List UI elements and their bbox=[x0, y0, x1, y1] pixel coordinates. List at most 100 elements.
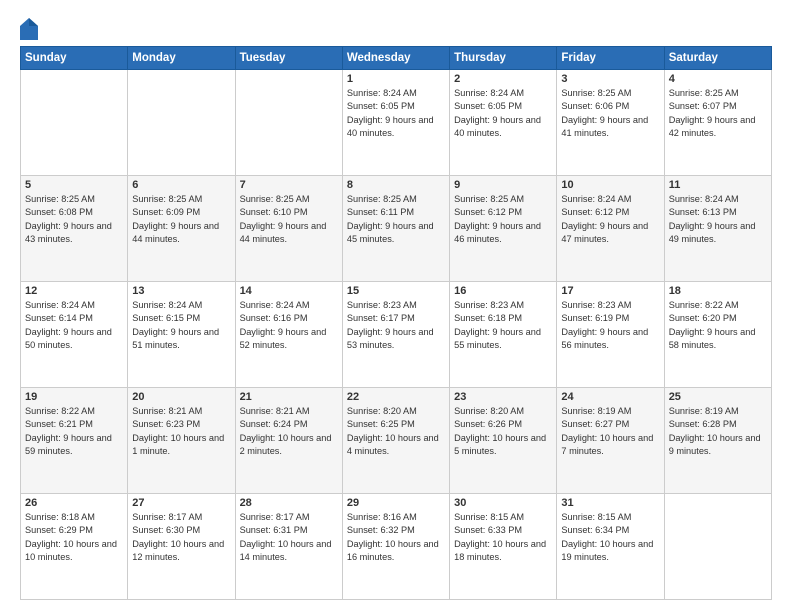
day-cell: 1 Sunrise: 8:24 AM Sunset: 6:05 PM Daylig… bbox=[342, 70, 449, 176]
day-number: 14 bbox=[240, 285, 338, 297]
day-cell: 31Sunrise: 8:15 AM Sunset: 6:34 PM Dayli… bbox=[557, 494, 664, 600]
day-info: Sunrise: 8:19 AM Sunset: 6:27 PM Dayligh… bbox=[561, 405, 659, 458]
week-row-5: 26 Sunrise: 8:18 AM Sunset: 6:29 PM Dayli… bbox=[21, 494, 772, 600]
day-number: 9 bbox=[454, 179, 552, 191]
week-row-4: 19 Sunrise: 8:22 AM Sunset: 6:21 PM Dayli… bbox=[21, 388, 772, 494]
day-info: Sunrise: 8:24 AM Sunset: 6:05 PM Dayligh… bbox=[347, 87, 445, 140]
day-info: Sunrise: 8:25 AM Sunset: 6:11 PM Dayligh… bbox=[347, 193, 445, 246]
day-cell: 14 Sunrise: 8:24 AM Sunset: 6:16 PM Dayli… bbox=[235, 282, 342, 388]
day-info: Sunrise: 8:25 AM Sunset: 6:06 PM Dayligh… bbox=[561, 87, 659, 140]
day-number: 11 bbox=[669, 179, 767, 191]
day-cell: 2 Sunrise: 8:24 AM Sunset: 6:05 PM Daylig… bbox=[450, 70, 557, 176]
day-info: Sunrise: 8:15 AM Sunset: 6:34 PM Dayligh… bbox=[561, 511, 659, 564]
day-cell: 30 Sunrise: 8:15 AM Sunset: 6:33 PM Dayli… bbox=[450, 494, 557, 600]
day-number: 25 bbox=[669, 391, 767, 403]
day-info: Sunrise: 8:24 AM Sunset: 6:13 PM Dayligh… bbox=[669, 193, 767, 246]
day-cell: 9Sunrise: 8:25 AM Sunset: 6:12 PM Daylig… bbox=[450, 176, 557, 282]
day-number: 22 bbox=[347, 391, 445, 403]
calendar-table: SundayMondayTuesdayWednesdayThursdayFrid… bbox=[20, 46, 772, 600]
day-number: 13 bbox=[132, 285, 230, 297]
day-info: Sunrise: 8:24 AM Sunset: 6:16 PM Dayligh… bbox=[240, 299, 338, 352]
day-number: 16 bbox=[454, 285, 552, 297]
day-cell: 12 Sunrise: 8:24 AM Sunset: 6:14 PM Dayli… bbox=[21, 282, 128, 388]
day-info: Sunrise: 8:25 AM Sunset: 6:10 PM Dayligh… bbox=[240, 193, 338, 246]
day-info: Sunrise: 8:23 AM Sunset: 6:18 PM Dayligh… bbox=[454, 299, 552, 352]
day-info: Sunrise: 8:24 AM Sunset: 6:05 PM Dayligh… bbox=[454, 87, 552, 140]
day-cell bbox=[21, 70, 128, 176]
col-header-friday: Friday bbox=[557, 47, 664, 70]
day-number: 17 bbox=[561, 285, 659, 297]
day-cell: 20Sunrise: 8:21 AM Sunset: 6:23 PM Dayli… bbox=[128, 388, 235, 494]
day-cell: 28 Sunrise: 8:17 AM Sunset: 6:31 PM Dayli… bbox=[235, 494, 342, 600]
day-info: Sunrise: 8:21 AM Sunset: 6:23 PM Dayligh… bbox=[132, 405, 230, 458]
week-row-1: 1 Sunrise: 8:24 AM Sunset: 6:05 PM Daylig… bbox=[21, 70, 772, 176]
day-info: Sunrise: 8:22 AM Sunset: 6:20 PM Dayligh… bbox=[669, 299, 767, 352]
col-header-sunday: Sunday bbox=[21, 47, 128, 70]
day-cell: 25 Sunrise: 8:19 AM Sunset: 6:28 PM Dayli… bbox=[664, 388, 771, 494]
day-info: Sunrise: 8:20 AM Sunset: 6:25 PM Dayligh… bbox=[347, 405, 445, 458]
day-cell: 29Sunrise: 8:16 AM Sunset: 6:32 PM Dayli… bbox=[342, 494, 449, 600]
day-cell: 5 Sunrise: 8:25 AM Sunset: 6:08 PM Daylig… bbox=[21, 176, 128, 282]
day-cell: 22 Sunrise: 8:20 AM Sunset: 6:25 PM Dayli… bbox=[342, 388, 449, 494]
day-info: Sunrise: 8:17 AM Sunset: 6:31 PM Dayligh… bbox=[240, 511, 338, 564]
day-cell: 18Sunrise: 8:22 AM Sunset: 6:20 PM Dayli… bbox=[664, 282, 771, 388]
col-header-wednesday: Wednesday bbox=[342, 47, 449, 70]
day-number: 12 bbox=[25, 285, 123, 297]
day-number: 30 bbox=[454, 497, 552, 509]
day-cell: 21Sunrise: 8:21 AM Sunset: 6:24 PM Dayli… bbox=[235, 388, 342, 494]
day-cell: 13 Sunrise: 8:24 AM Sunset: 6:15 PM Dayli… bbox=[128, 282, 235, 388]
day-number: 23 bbox=[454, 391, 552, 403]
col-header-thursday: Thursday bbox=[450, 47, 557, 70]
day-info: Sunrise: 8:15 AM Sunset: 6:33 PM Dayligh… bbox=[454, 511, 552, 564]
day-number: 5 bbox=[25, 179, 123, 191]
day-info: Sunrise: 8:24 AM Sunset: 6:12 PM Dayligh… bbox=[561, 193, 659, 246]
week-row-3: 12 Sunrise: 8:24 AM Sunset: 6:14 PM Dayli… bbox=[21, 282, 772, 388]
col-header-saturday: Saturday bbox=[664, 47, 771, 70]
day-cell: 6Sunrise: 8:25 AM Sunset: 6:09 PM Daylig… bbox=[128, 176, 235, 282]
day-info: Sunrise: 8:20 AM Sunset: 6:26 PM Dayligh… bbox=[454, 405, 552, 458]
day-cell bbox=[664, 494, 771, 600]
day-number: 1 bbox=[347, 73, 445, 85]
day-info: Sunrise: 8:25 AM Sunset: 6:07 PM Dayligh… bbox=[669, 87, 767, 140]
day-cell bbox=[235, 70, 342, 176]
day-number: 7 bbox=[240, 179, 338, 191]
day-info: Sunrise: 8:18 AM Sunset: 6:29 PM Dayligh… bbox=[25, 511, 123, 564]
week-row-2: 5 Sunrise: 8:25 AM Sunset: 6:08 PM Daylig… bbox=[21, 176, 772, 282]
day-number: 2 bbox=[454, 73, 552, 85]
day-info: Sunrise: 8:17 AM Sunset: 6:30 PM Dayligh… bbox=[132, 511, 230, 564]
day-number: 4 bbox=[669, 73, 767, 85]
col-header-monday: Monday bbox=[128, 47, 235, 70]
day-number: 26 bbox=[25, 497, 123, 509]
day-info: Sunrise: 8:23 AM Sunset: 6:19 PM Dayligh… bbox=[561, 299, 659, 352]
day-cell: 19 Sunrise: 8:22 AM Sunset: 6:21 PM Dayli… bbox=[21, 388, 128, 494]
day-cell: 8 Sunrise: 8:25 AM Sunset: 6:11 PM Daylig… bbox=[342, 176, 449, 282]
day-number: 3 bbox=[561, 73, 659, 85]
day-info: Sunrise: 8:24 AM Sunset: 6:15 PM Dayligh… bbox=[132, 299, 230, 352]
day-number: 19 bbox=[25, 391, 123, 403]
day-info: Sunrise: 8:23 AM Sunset: 6:17 PM Dayligh… bbox=[347, 299, 445, 352]
day-cell bbox=[128, 70, 235, 176]
day-info: Sunrise: 8:24 AM Sunset: 6:14 PM Dayligh… bbox=[25, 299, 123, 352]
day-cell: 23 Sunrise: 8:20 AM Sunset: 6:26 PM Dayli… bbox=[450, 388, 557, 494]
day-cell: 4 Sunrise: 8:25 AM Sunset: 6:07 PM Daylig… bbox=[664, 70, 771, 176]
logo-icon bbox=[20, 18, 38, 40]
logo bbox=[20, 16, 41, 40]
day-number: 8 bbox=[347, 179, 445, 191]
day-cell: 15Sunrise: 8:23 AM Sunset: 6:17 PM Dayli… bbox=[342, 282, 449, 388]
day-cell: 16 Sunrise: 8:23 AM Sunset: 6:18 PM Dayli… bbox=[450, 282, 557, 388]
day-cell: 24 Sunrise: 8:19 AM Sunset: 6:27 PM Dayli… bbox=[557, 388, 664, 494]
day-number: 10 bbox=[561, 179, 659, 191]
day-number: 28 bbox=[240, 497, 338, 509]
day-cell: 7 Sunrise: 8:25 AM Sunset: 6:10 PM Daylig… bbox=[235, 176, 342, 282]
day-info: Sunrise: 8:25 AM Sunset: 6:08 PM Dayligh… bbox=[25, 193, 123, 246]
day-cell: 27Sunrise: 8:17 AM Sunset: 6:30 PM Dayli… bbox=[128, 494, 235, 600]
day-number: 24 bbox=[561, 391, 659, 403]
day-info: Sunrise: 8:22 AM Sunset: 6:21 PM Dayligh… bbox=[25, 405, 123, 458]
day-cell: 17 Sunrise: 8:23 AM Sunset: 6:19 PM Dayli… bbox=[557, 282, 664, 388]
day-number: 21 bbox=[240, 391, 338, 403]
day-cell: 11 Sunrise: 8:24 AM Sunset: 6:13 PM Dayli… bbox=[664, 176, 771, 282]
day-cell: 10 Sunrise: 8:24 AM Sunset: 6:12 PM Dayli… bbox=[557, 176, 664, 282]
day-info: Sunrise: 8:19 AM Sunset: 6:28 PM Dayligh… bbox=[669, 405, 767, 458]
day-number: 29 bbox=[347, 497, 445, 509]
page-header bbox=[20, 16, 772, 40]
